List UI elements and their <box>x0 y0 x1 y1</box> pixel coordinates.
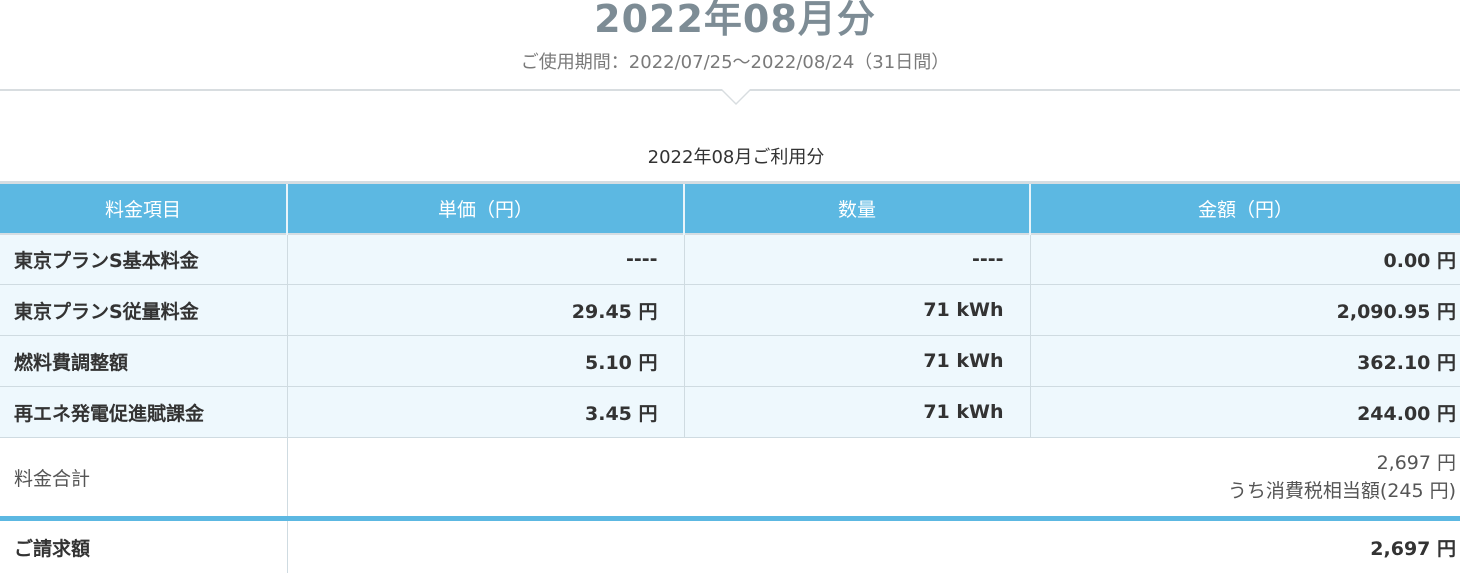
row-quantity: ---- <box>684 232 1031 285</box>
column-header-item: 料金項目 <box>0 181 288 234</box>
row-item-name: 東京プランS従量料金 <box>0 284 288 336</box>
billing-label: ご請求額 <box>0 518 288 573</box>
row-item-name: 燃料費調整額 <box>0 335 288 387</box>
column-header-unit-price: 単価（円） <box>287 181 685 234</box>
row-unit-price: 3.45 円 <box>287 386 685 438</box>
row-item-name: 再エネ発電促進賦課金 <box>0 386 288 438</box>
table-row: 燃料費調整額 5.10 円 71 kWh 362.10 円 <box>0 335 1460 387</box>
usage-caption: 2022年08月ご利用分 <box>647 147 825 168</box>
divider-caret-inner <box>722 89 750 103</box>
total-row: 料金合計 2,697 円 うち消費税相当額(245 円) <box>0 437 1460 521</box>
total-label: 料金合計 <box>0 437 288 521</box>
row-quantity: 71 kWh <box>684 284 1031 336</box>
table-row: 東京プランS従量料金 29.45 円 71 kWh 2,090.95 円 <box>0 284 1460 336</box>
column-header-quantity: 数量 <box>684 181 1031 234</box>
row-unit-price: 5.10 円 <box>287 335 685 387</box>
billing-row: ご請求額 2,697 円 <box>0 518 1460 573</box>
billing-table: 料金項目 単価（円） 数量 金額（円） 東京プランS基本料金 ---- ----… <box>0 181 1460 573</box>
column-header-amount: 金額（円） <box>1030 181 1460 234</box>
total-amount: 2,697 円 <box>1376 452 1456 474</box>
row-quantity: 71 kWh <box>684 386 1031 438</box>
row-amount: 2,090.95 円 <box>1030 284 1460 336</box>
row-quantity: 71 kWh <box>684 335 1031 387</box>
row-amount: 244.00 円 <box>1030 386 1460 438</box>
table-row: 再エネ発電促進賦課金 3.45 円 71 kWh 244.00 円 <box>0 386 1460 438</box>
table-header-row: 料金項目 単価（円） 数量 金額（円） <box>0 181 1460 234</box>
month-title: 2022年08月分 <box>594 0 876 41</box>
billing-amount: 2,697 円 <box>287 518 1460 573</box>
bill-page: 2022年08月分 ご使用期間：2022/07/25～2022/08/24（31… <box>0 0 1460 573</box>
tax-note: うち消費税相当額(245 円) <box>1227 480 1456 502</box>
row-unit-price: ---- <box>287 232 685 285</box>
table-row: 東京プランS基本料金 ---- ---- 0.00 円 <box>0 232 1460 285</box>
row-unit-price: 29.45 円 <box>287 284 685 336</box>
row-item-name: 東京プランS基本料金 <box>0 232 288 285</box>
usage-period: ご使用期間：2022/07/25～2022/08/24（31日間） <box>520 52 950 73</box>
total-amount-cell: 2,697 円 うち消費税相当額(245 円) <box>287 437 1460 521</box>
row-amount: 362.10 円 <box>1030 335 1460 387</box>
row-amount: 0.00 円 <box>1030 232 1460 285</box>
